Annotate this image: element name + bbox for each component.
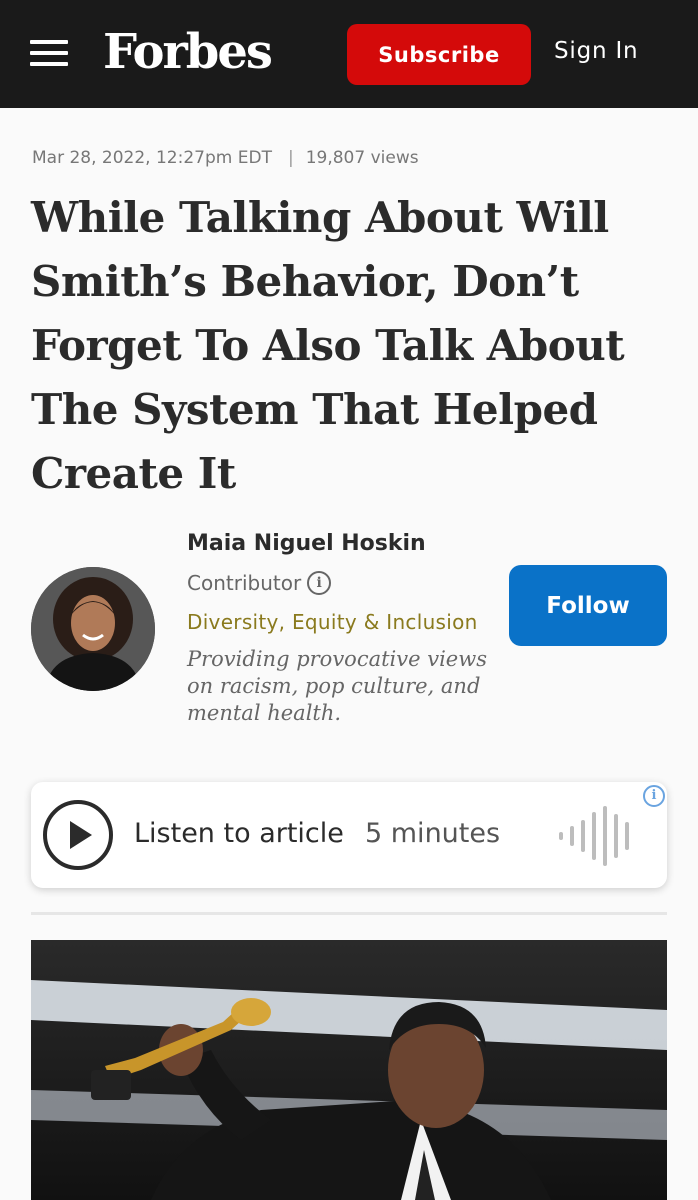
view-count: 19,807 views [305,148,419,168]
play-icon[interactable] [43,800,113,870]
audio-waveform-icon [559,806,629,866]
info-icon[interactable]: i [307,571,332,595]
listen-duration: 5 minutes [365,818,501,849]
listen-to-article-card[interactable]: Listen to article 5 minutes i [31,782,667,888]
subscribe-button[interactable]: Subscribe [347,24,531,85]
article-headline: While Talking About Will Smith’s Behavio… [31,193,625,498]
listen-label: Listen to article [134,818,344,849]
follow-button[interactable]: Follow [509,565,667,646]
author-role-label: Contributor [187,571,302,595]
ad-info-icon[interactable]: i [643,785,665,807]
publish-date: Mar 28, 2022, 12:27pm EDT [32,148,272,168]
author-topic-link[interactable]: Diversity, Equity & Inclusion [187,610,478,634]
author-role: Contributor i [187,571,332,595]
author-avatar[interactable] [31,567,155,691]
hamburger-menu-icon[interactable] [30,40,68,66]
article-hero-image [31,940,667,1200]
site-header: Forbes Subscribe Sign In [0,0,698,108]
forbes-logo[interactable]: Forbes [103,22,273,82]
author-bio: Providing provocative views on racism, p… [187,647,487,725]
sign-in-link[interactable]: Sign In [554,38,638,64]
section-divider [31,912,667,915]
meta-separator: | [287,148,294,168]
article-meta: Mar 28, 2022, 12:27pm EDT | 19,807 views [32,148,419,168]
author-name[interactable]: Maia Niguel Hoskin [187,531,426,556]
